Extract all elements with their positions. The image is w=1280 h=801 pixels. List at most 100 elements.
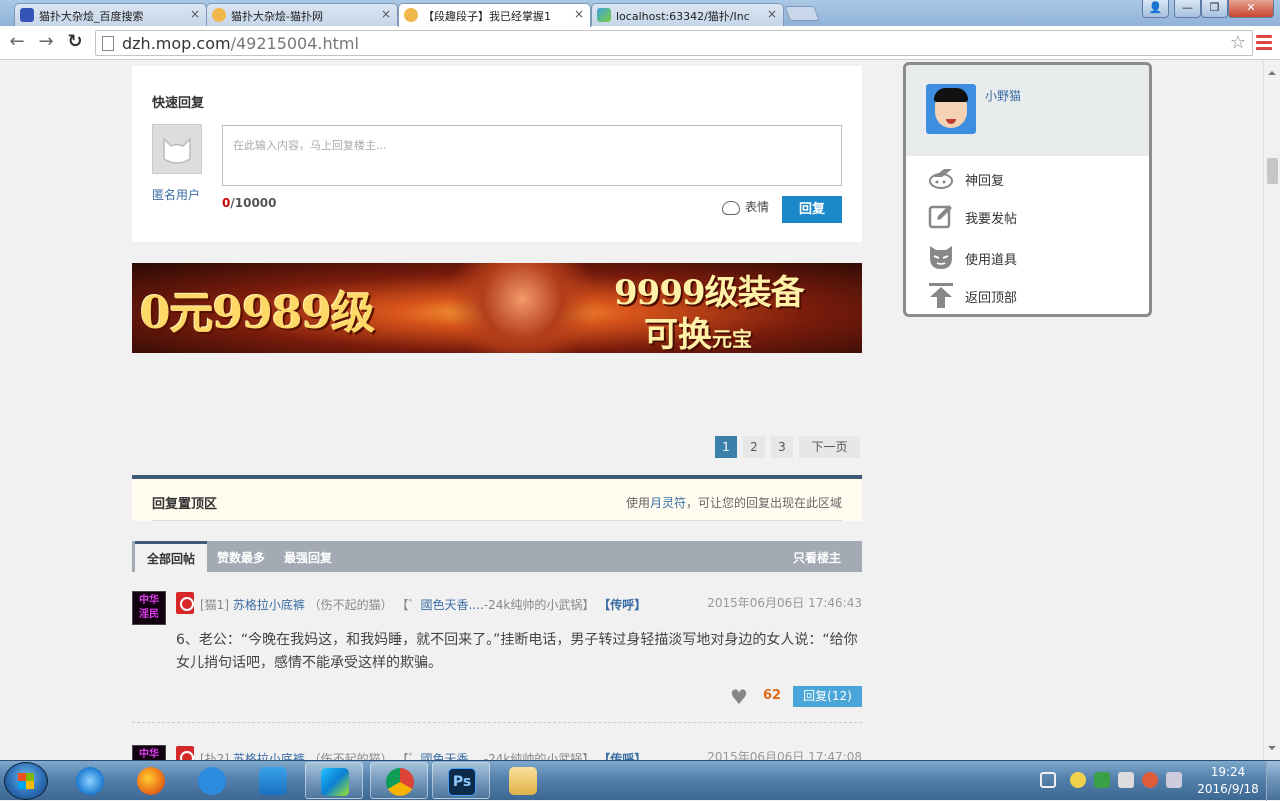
emoji-button[interactable]: 表情 [722,198,769,215]
windows-taskbar: Ps 19:24 2016/9/18 [0,760,1280,801]
pinned-zone-hint: 使用月灵符，可让您的回复出现在此区域 [625,496,842,510]
divine-reply-icon [929,169,953,189]
webstorm-taskbar-icon[interactable] [305,762,363,799]
arrow-up-icon [929,283,953,308]
url-text[interactable]: dzh.mop.com/49215004.html [122,34,359,53]
page-3-button[interactable]: 3 [771,436,793,458]
scroll-thumb[interactable] [1267,158,1278,184]
browser-toolbar: ← → ↻ dzh.mop.com/49215004.html ☆ [0,26,1280,60]
emoji-face-icon [722,200,740,215]
reply-textarea[interactable]: 在此输入内容，马上回复楼主... [222,125,842,186]
user-avatar[interactable]: 中华 [132,745,166,760]
page-viewport: 快速回复 匿名用户 在此输入内容，马上回复楼主... 0/10000 表情 回复… [0,61,1263,760]
cat-face-icon [163,137,191,164]
file-explorer-taskbar-icon[interactable] [494,762,552,799]
tab-close-icon[interactable]: × [574,7,584,21]
page-1-button[interactable]: 1 [715,436,737,458]
bookmark-star-icon[interactable]: ☆ [1230,32,1246,53]
pinned-reply-zone: 回复置顶区 使用月灵符，可让您的回复出现在此区域 [132,475,862,521]
new-post-button[interactable]: 我要发帖 [906,199,1149,233]
page-2-button[interactable]: 2 [743,436,765,458]
guild-link[interactable]: 國色天香.... [421,752,484,760]
divider [152,520,842,521]
ad-left-slogan: 0元9989级 [140,288,375,339]
anonymous-avatar [152,124,202,174]
volume-muted-icon[interactable] [1142,772,1158,788]
post-time: 2015年06月06日 17:46:43 [707,596,862,610]
tab-close-icon[interactable]: × [767,7,777,21]
qq-browser-taskbar-icon[interactable] [244,762,302,799]
tab-joke-post[interactable]: 【段趣段子】我已经掌握1 × [398,3,591,27]
reply-count-button[interactable]: 回复(12) [793,686,862,707]
action-center-icon[interactable] [1040,772,1056,788]
username[interactable]: 小野猫 [985,87,1021,104]
tab-mop-forum[interactable]: 猫扑大杂烩-猫扑网 × [206,3,398,26]
windows-logo-icon [18,773,34,789]
network-icon[interactable] [1166,772,1182,788]
clock-date[interactable]: 2016/9/18 [1194,782,1262,796]
pinned-zone-title: 回复置顶区 [152,497,218,512]
baidu-paw-icon [20,8,34,22]
username-link[interactable]: 苏格拉小底裤 [233,598,305,612]
back-arrow-icon[interactable]: ← [6,31,28,53]
guild-link[interactable]: 國色天香.... [421,598,484,612]
page-user-link[interactable]: 【传呼】 [598,598,646,612]
moon-talisman-link[interactable]: 月灵符 [650,496,686,510]
quick-reply-panel: 快速回复 匿名用户 在此输入内容，马上回复楼主... 0/10000 表情 回复 [132,66,862,242]
photoshop-taskbar-icon[interactable]: Ps [432,762,490,799]
minimize-button[interactable]: — [1174,0,1201,18]
back-to-top-button[interactable]: 返回顶部 [906,278,1149,312]
chrome-taskbar-icon[interactable] [370,762,428,799]
floating-user-panel: 小野猫 神回复 我要发帖 使用道具 返回顶部 [903,62,1152,317]
post-meta: [猫1] 苏格拉小底裤 （伤不起的猫） 【゛國色天香....-24k纯帅的小武锅… [200,598,647,612]
tab-strongest[interactable]: 最强回复 [284,541,332,572]
maximize-button[interactable]: ❐ [1201,0,1228,18]
reply-post: 中华 淫民 [猫1] 苏格拉小底裤 （伤不起的猫） 【゛國色天香....-24k… [132,591,862,731]
reload-icon[interactable]: ↻ [64,31,86,53]
tab-close-icon[interactable]: × [381,7,391,21]
mask-icon [930,246,952,269]
tab-localhost[interactable]: localhost:63342/猫扑/Inc × [591,3,784,26]
scroll-down-icon[interactable] [1268,746,1276,754]
weather-icon[interactable] [1070,772,1086,788]
use-item-button[interactable]: 使用道具 [906,240,1149,274]
post-meta: [扑2] 苏格拉小底裤 （伤不起的猫） 【゛國色天香....-24k纯帅的小武锅… [200,750,646,760]
tab-close-icon[interactable]: × [190,7,200,21]
post-body: 6、老公：“今晚在我妈这，和我妈睡，就不回来了。”挂断电话，男子转过身轻描淡写地… [176,632,858,671]
scroll-up-icon[interactable] [1268,67,1276,75]
tab-all-replies[interactable]: 全部回帖 [135,541,207,572]
forward-arrow-icon[interactable]: → [35,31,57,53]
anonymous-user-label[interactable]: 匿名用户 [152,186,200,203]
vertical-scrollbar[interactable] [1263,61,1280,760]
next-page-button[interactable]: 下一页 [799,436,860,458]
firefox-taskbar-icon[interactable] [122,762,180,799]
submit-reply-button[interactable]: 回复 [782,196,842,223]
vip-badge-icon [176,746,194,760]
divine-reply-button[interactable]: 神回复 [906,161,1149,195]
show-desktop-button[interactable] [1266,761,1280,801]
char-counter: 0/10000 [222,196,277,210]
page-user-link[interactable]: 【传呼】 [598,752,646,760]
address-bar[interactable]: dzh.mop.com/49215004.html ☆ [95,30,1253,56]
close-window-button[interactable]: ✕ [1228,0,1274,18]
tab-most-liked[interactable]: 赞数最多 [217,541,265,572]
user-profile-icon[interactable]: 👤 [1142,0,1169,18]
username-link[interactable]: 苏格拉小底裤 [233,752,305,760]
start-button[interactable] [4,762,48,800]
like-count: 62 [763,688,782,703]
user-avatar[interactable] [926,84,976,134]
browser-tab-bar: 猫扑大杂烩_百度搜索 × 猫扑大杂烩-猫扑网 × 【段趣段子】我已经掌握1 × … [0,0,1280,27]
device-icon[interactable] [1118,772,1134,788]
edit-icon [928,205,952,229]
tab-only-op[interactable]: 只看楼主 [793,541,841,572]
clock-time[interactable]: 19:24 [1206,765,1250,779]
pen-app-taskbar-icon[interactable] [183,762,241,799]
browser-menu-icon[interactable] [1256,33,1272,53]
new-tab-button[interactable] [784,6,820,21]
tab-baidu-search[interactable]: 猫扑大杂烩_百度搜索 × [14,3,207,26]
game-ad-banner[interactable]: 0元9989级 9999级装备 可换元宝 [132,263,862,353]
security-check-icon[interactable] [1094,772,1110,788]
internet-explorer-taskbar-icon[interactable] [61,762,119,799]
user-avatar[interactable]: 中华 淫民 [132,591,166,625]
heart-icon[interactable]: ♥ [730,685,748,709]
